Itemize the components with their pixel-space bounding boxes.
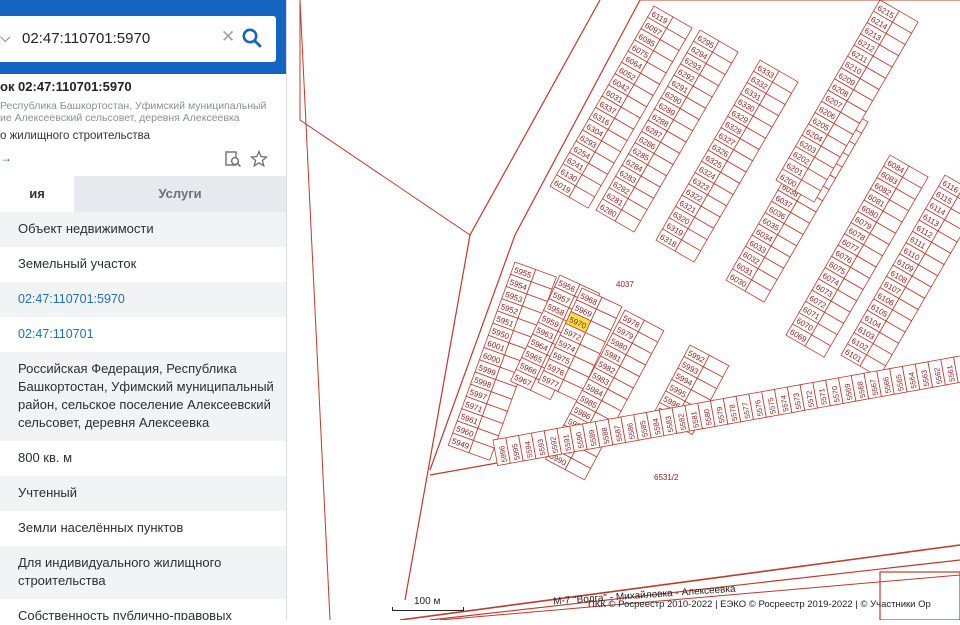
row-area: 800 кв. м [0, 441, 286, 476]
tab-services[interactable]: Услуги [74, 176, 286, 212]
attribute-list: Объект недвижимости Земельный участок 02… [0, 212, 286, 620]
close-icon[interactable]: ✕ [221, 27, 235, 47]
search-input[interactable] [18, 26, 226, 50]
scale-label: 100 м [414, 596, 440, 607]
collapse-panel-button[interactable]: ‹ [286, 26, 300, 52]
row-cadastral-number-link[interactable]: 02:47:110701:5970 [0, 282, 286, 317]
search-icon[interactable] [241, 27, 263, 49]
address-subtitle: Республика Башкортостан, Уфимский муници… [0, 100, 280, 124]
purpose-line: о жилищного строительства [0, 130, 150, 142]
chevron-down-icon[interactable]: ⌵ [0, 29, 11, 46]
row-land-category: Земли населённых пунктов [0, 511, 286, 546]
search-header: ⌵ ✕ [0, 0, 287, 74]
tab-bar: ия Услуги [0, 176, 286, 212]
boundary-line [300, 0, 470, 235]
scale-bar [392, 607, 464, 611]
block-label-4037: 4037 [616, 280, 634, 289]
boundary-line [300, 0, 330, 620]
parcel-title: ок 02:47:110701:5970 [0, 79, 132, 94]
row-status: Учтенный [0, 476, 286, 511]
road-line [440, 575, 960, 620]
row-permitted-use: Для индивидуального жилищного строительс… [0, 546, 286, 599]
tab-information[interactable]: ия [0, 176, 74, 212]
zoom-to-document-icon[interactable] [224, 150, 242, 168]
row-object-type: Объект недвижимости [0, 212, 286, 247]
search-box: ⌵ ✕ [0, 16, 276, 62]
block-label-6531-2: 6531/2 [654, 473, 678, 482]
star-icon[interactable] [250, 150, 268, 168]
address-line-1: Республика Башкортостан, Уфимский муници… [0, 100, 280, 112]
row-address: Российская Федерация, Республика Башкорт… [0, 352, 286, 441]
details-link[interactable]: → [0, 151, 12, 165]
row-ownership: Собственность публично-правовых [0, 599, 286, 620]
row-cadastral-quarter-link[interactable]: 02:47:110701 [0, 317, 286, 352]
row-kind: Земельный участок [0, 247, 286, 282]
map-attribution: ПКК © Росреестр 2010-2022 | ЕЭКО © Росре… [588, 599, 931, 610]
info-panel: ⌵ ✕ ок 02:47:110701:5970 Республика Башк… [0, 0, 287, 620]
building-outline [880, 572, 960, 620]
address-line-2: ие Алексеевский сельсовет, деревня Алекс… [0, 112, 280, 124]
